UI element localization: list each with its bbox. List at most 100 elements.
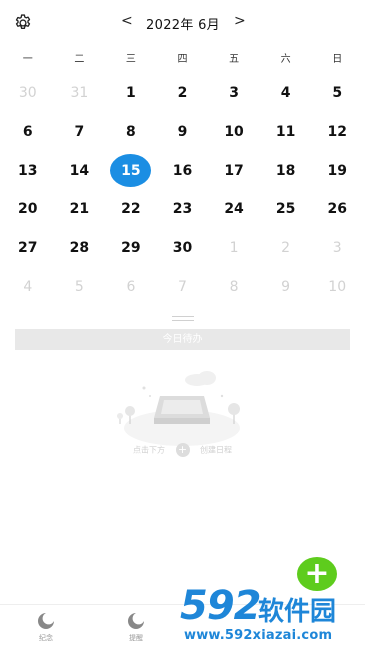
day-number: 31: [70, 85, 89, 102]
day-number: 10: [328, 278, 347, 295]
day-cell[interactable]: 1: [105, 74, 157, 113]
day-number: 9: [281, 278, 291, 295]
day-cell[interactable]: 8: [208, 267, 260, 306]
day-number: 22: [121, 201, 141, 218]
day-cell[interactable]: 6: [105, 267, 157, 306]
day-cell[interactable]: 16: [157, 151, 209, 190]
day-cell[interactable]: 1: [208, 229, 260, 268]
tab-label: 纪念: [39, 634, 53, 642]
day-cell[interactable]: 11: [260, 113, 312, 152]
tab-anniversary[interactable]: 纪念: [16, 611, 76, 645]
day-number: 13: [18, 162, 38, 179]
day-cell[interactable]: 9: [157, 113, 209, 152]
day-number: 6: [22, 124, 33, 141]
day-cell[interactable]: 4: [2, 267, 54, 306]
day-number: 24: [224, 201, 244, 218]
empty-hint-right: 创建日程: [200, 445, 233, 455]
day-cell[interactable]: 10: [208, 113, 260, 152]
day-cell[interactable]: 22: [105, 190, 157, 229]
day-cell[interactable]: 14: [54, 151, 106, 190]
day-number: 15: [110, 154, 152, 188]
day-cell[interactable]: 27: [2, 229, 54, 268]
tab-reminder[interactable]: 提醒: [106, 611, 166, 645]
day-cell[interactable]: 5: [311, 74, 363, 113]
weekday-label: 四: [177, 54, 188, 65]
day-number: 14: [69, 162, 90, 179]
day-number: 6: [126, 278, 136, 295]
day-cell[interactable]: 24: [208, 190, 260, 229]
day-number: 7: [74, 124, 85, 141]
drag-handle[interactable]: [172, 316, 194, 321]
day-number: 9: [177, 124, 188, 141]
day-number: 26: [327, 201, 347, 218]
day-number: 18: [275, 162, 296, 179]
empty-hint-left: 点击下方: [132, 445, 165, 455]
day-cell[interactable]: 7: [157, 267, 209, 306]
weekday-label: 一: [22, 54, 33, 65]
day-cell[interactable]: 23: [157, 190, 209, 229]
day-number: 3: [229, 85, 239, 102]
day-cell[interactable]: 30: [157, 229, 209, 268]
weekday-label: 三: [125, 54, 136, 65]
day-number: 27: [18, 240, 38, 257]
day-cell[interactable]: 13: [2, 151, 54, 190]
day-cell[interactable]: 10: [311, 267, 363, 306]
day-cell[interactable]: 2: [157, 74, 209, 113]
day-cell[interactable]: 17: [208, 151, 260, 190]
day-cell[interactable]: 28: [54, 229, 106, 268]
day-cell[interactable]: 21: [54, 190, 106, 229]
day-number: 8: [229, 278, 239, 295]
day-number: 21: [69, 201, 90, 218]
day-cell[interactable]: 5: [54, 267, 106, 306]
reminder-icon: [128, 613, 144, 629]
day-number: 20: [18, 201, 38, 218]
day-cell[interactable]: 7: [54, 113, 106, 152]
day-number: 5: [332, 85, 343, 102]
weekday-header: 一 二 三 四 五 六 日: [2, 50, 363, 70]
day-cell[interactable]: 2: [260, 229, 312, 268]
day-number: 16: [172, 162, 193, 179]
day-cell[interactable]: 8: [105, 113, 157, 152]
day-cell[interactable]: 26: [311, 190, 363, 229]
day-number: 30: [18, 85, 37, 102]
anniversary-icon: [38, 613, 54, 629]
watermark-number: 592: [180, 583, 261, 629]
day-cell[interactable]: 30: [2, 74, 54, 113]
watermark-logo: 592 软件园 www.592xiazai.com: [178, 583, 363, 650]
next-month-button[interactable]: >: [232, 13, 248, 29]
weekday-label: 五: [229, 54, 240, 65]
day-number: 10: [224, 124, 244, 141]
month-navigator: < 2022年 6月 >: [0, 13, 365, 33]
calendar-header: < 2022年 6月 >: [0, 0, 365, 46]
prev-month-button[interactable]: <: [119, 13, 135, 29]
day-cell[interactable]: 12: [311, 113, 363, 152]
day-cell[interactable]: 4: [260, 74, 312, 113]
day-cell[interactable]: 19: [311, 151, 363, 190]
day-cell[interactable]: 3: [311, 229, 363, 268]
day-cell[interactable]: 31: [54, 74, 106, 113]
empty-hint: 点击下方 + 创建日程: [0, 443, 365, 457]
day-cell[interactable]: 18: [260, 151, 312, 190]
day-number: 12: [327, 124, 347, 141]
day-cell[interactable]: 3: [208, 74, 260, 113]
tab-label: 提醒: [129, 634, 143, 642]
day-cell[interactable]: 9: [260, 267, 312, 306]
day-number: 3: [332, 240, 342, 257]
day-cell[interactable]: 6: [2, 113, 54, 152]
day-number: 19: [327, 162, 347, 179]
month-title[interactable]: 2022年 6月: [143, 14, 223, 33]
day-cell[interactable]: 29: [105, 229, 157, 268]
day-cell[interactable]: 20: [2, 190, 54, 229]
day-number: 4: [280, 85, 291, 102]
weekday-label: 二: [74, 54, 85, 65]
day-cell[interactable]: 25: [260, 190, 312, 229]
day-number: 1: [229, 240, 239, 257]
day-number: 2: [281, 240, 291, 257]
day-number: 25: [275, 201, 296, 218]
empty-inbox-illustration: [117, 371, 240, 446]
day-number: 28: [69, 240, 90, 257]
day-number: 11: [275, 124, 296, 141]
day-cell-selected[interactable]: 15: [105, 151, 157, 190]
day-number: 29: [121, 240, 141, 257]
day-number: 4: [23, 278, 33, 295]
